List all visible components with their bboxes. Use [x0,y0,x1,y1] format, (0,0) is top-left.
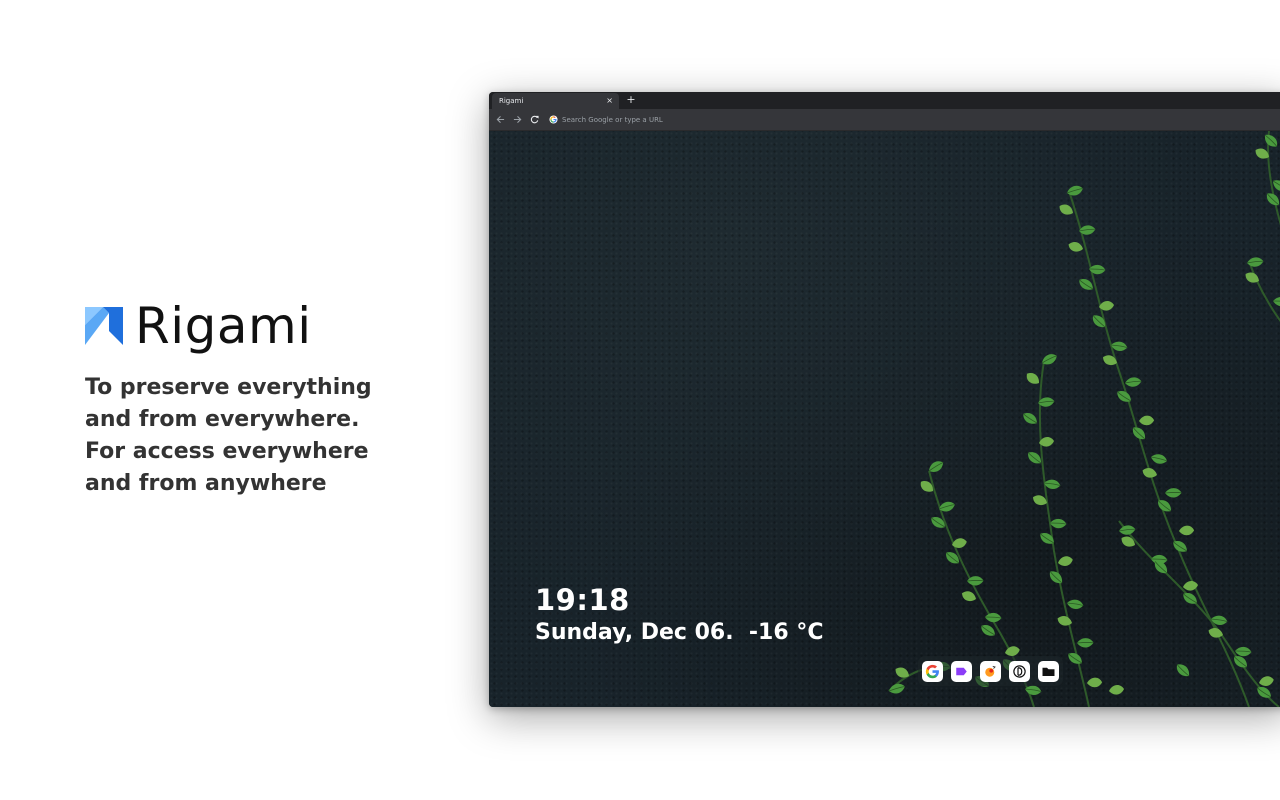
purple-tag-icon [956,667,967,675]
google-icon [549,115,558,124]
toolbar: Search Google or type a URL [489,109,1280,131]
orange-app-icon [985,665,996,677]
forward-button[interactable] [509,111,526,128]
clock-time: 19:18 [535,583,630,617]
tagline: To preserve everything and from everywhe… [85,375,372,496]
brand-name: Rigami [135,297,312,355]
tab-strip: Rigami × + [489,92,1280,109]
new-tab-button[interactable]: + [625,93,637,107]
new-tab-page: 19:18 Sunday, Dec 06. -16 °C [489,131,1280,707]
dock-item-purple-tag[interactable] [951,660,972,682]
dock-item-google[interactable] [922,660,943,682]
brand: Rigami [85,298,312,354]
dribbble-like-icon [1013,664,1026,678]
browser-window: Rigami × + Search Google or type a URL 1… [489,92,1280,707]
reload-icon [530,115,539,124]
tab-rigami[interactable]: Rigami × [492,93,619,109]
dock-item-orange-app[interactable] [980,660,1001,682]
reload-button[interactable] [526,111,543,128]
omnibox[interactable]: Search Google or type a URL [549,111,663,128]
rigami-logo-icon [85,307,123,345]
quick-links-dock [918,656,1063,686]
dock-item-d[interactable] [1009,660,1030,682]
close-icon[interactable]: × [606,97,613,105]
omnibox-placeholder: Search Google or type a URL [562,115,663,124]
folder-icon [1042,667,1055,676]
google-icon [925,664,939,678]
forward-arrow-icon [513,115,522,124]
back-arrow-icon [496,115,505,124]
promo-page: Rigami To preserve everything and from e… [0,0,1280,800]
dock-item-folder[interactable] [1038,660,1059,682]
tab-title: Rigami [499,97,524,105]
date-weather: Sunday, Dec 06. -16 °C [535,620,824,645]
back-button[interactable] [492,111,509,128]
